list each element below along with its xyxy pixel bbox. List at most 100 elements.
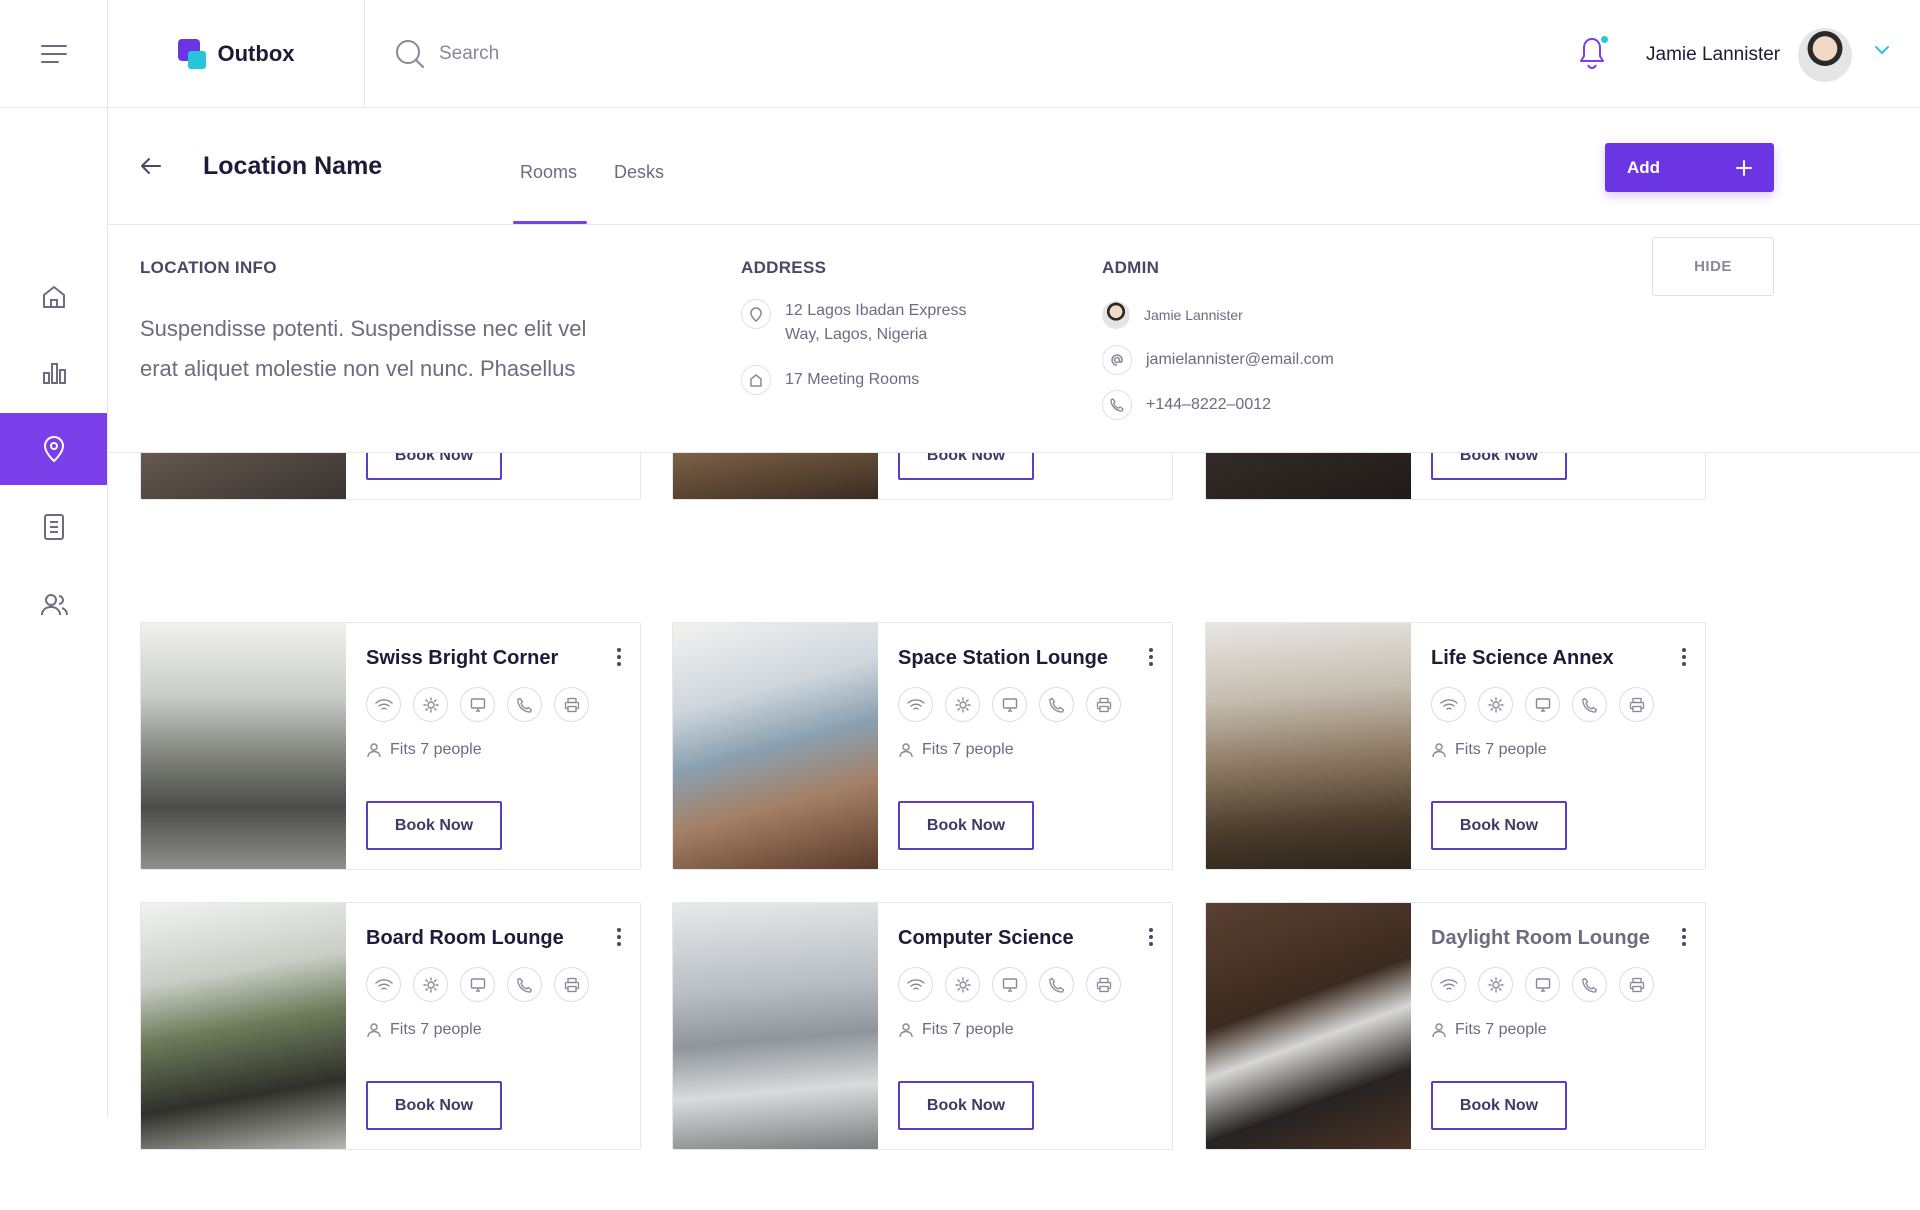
- add-button[interactable]: Add: [1605, 143, 1774, 192]
- sidebar-item-analytics[interactable]: [0, 337, 107, 409]
- more-options-icon[interactable]: [1681, 927, 1687, 947]
- location-info-heading: LOCATION INFO: [140, 258, 277, 277]
- more-options-icon[interactable]: [616, 927, 622, 947]
- top-bar: Outbox Search Jamie Lannister: [0, 0, 1920, 108]
- more-options-icon[interactable]: [1148, 647, 1154, 667]
- person-icon: [366, 1022, 382, 1038]
- phone-icon: [1039, 967, 1074, 1002]
- notifications-button[interactable]: [1578, 36, 1610, 72]
- phone-icon: [1572, 967, 1607, 1002]
- plus-icon: [1736, 159, 1752, 176]
- active-tab-indicator: [513, 221, 587, 224]
- room-card[interactable]: Computer Science Fits 7 people Book Now: [672, 902, 1173, 1150]
- address-heading: ADDRESS: [741, 258, 827, 277]
- avatar[interactable]: [1798, 28, 1852, 82]
- monitor-icon: [992, 687, 1027, 722]
- amenities: [898, 687, 1121, 722]
- capacity: Fits 7 people: [1431, 741, 1547, 759]
- search-icon: [396, 40, 424, 68]
- wifi-icon: [366, 687, 401, 722]
- bar-chart-icon: [42, 363, 66, 384]
- light-icon: [945, 687, 980, 722]
- room-photo: [673, 623, 878, 869]
- phone-icon: [1102, 390, 1132, 420]
- room-photo: [141, 623, 346, 869]
- admin-phone-row: +144–8222–0012: [1102, 390, 1271, 420]
- amenities: [1431, 687, 1654, 722]
- monitor-icon: [992, 967, 1027, 1002]
- amenities: [366, 967, 589, 1002]
- room-photo: [1206, 623, 1411, 869]
- printer-icon: [1086, 687, 1121, 722]
- monitor-icon: [1525, 687, 1560, 722]
- monitor-icon: [1525, 967, 1560, 1002]
- sidebar-item-locations[interactable]: [0, 413, 107, 485]
- users-icon: [40, 594, 68, 616]
- admin-email[interactable]: jamielannister@email.com: [1146, 348, 1334, 372]
- room-card[interactable]: Daylight Room Lounge Fits 7 people Book No…: [1205, 902, 1706, 1150]
- printer-icon: [554, 967, 589, 1002]
- admin-avatar: [1102, 301, 1130, 329]
- room-title: Computer Science: [898, 927, 1074, 949]
- rooms-count: 17 Meeting Rooms: [785, 371, 920, 388]
- book-now-button[interactable]: Book Now: [366, 1081, 502, 1130]
- sidebar-item-documents[interactable]: [0, 491, 107, 563]
- capacity-text: Fits 7 people: [922, 1021, 1014, 1038]
- sidebar: [0, 108, 108, 1118]
- room-title: Board Room Lounge: [366, 927, 564, 949]
- book-now-button[interactable]: Book Now: [1431, 1081, 1567, 1130]
- room-card-body: Space Station Lounge Fits 7 people Book No…: [878, 623, 1172, 869]
- room-card-body: Board Room Lounge Fits 7 people Book Now: [346, 903, 640, 1149]
- light-icon: [1478, 967, 1513, 1002]
- wifi-icon: [1431, 687, 1466, 722]
- add-button-label: Add: [1627, 157, 1661, 177]
- book-now-button[interactable]: Book Now: [1431, 801, 1567, 850]
- hamburger-icon: [40, 45, 67, 63]
- person-icon: [1431, 1022, 1447, 1038]
- more-options-icon[interactable]: [1681, 647, 1687, 667]
- at-icon: [1102, 345, 1132, 375]
- light-icon: [1478, 687, 1513, 722]
- printer-icon: [1086, 967, 1121, 1002]
- home-icon: [42, 286, 65, 308]
- room-card[interactable]: Space Station Lounge Fits 7 people Book No…: [672, 622, 1173, 870]
- back-arrow-icon[interactable]: [140, 157, 162, 175]
- brand-name: Outbox: [217, 41, 295, 66]
- admin-heading: ADMIN: [1102, 258, 1160, 277]
- user-name[interactable]: Jamie Lannister: [1646, 44, 1780, 66]
- sidebar-item-users[interactable]: [0, 569, 107, 641]
- admin-name: Jamie Lannister: [1144, 307, 1243, 323]
- sidebar-item-home[interactable]: [0, 261, 107, 333]
- book-now-button[interactable]: Book Now: [366, 801, 502, 850]
- tab-desks[interactable]: Desks: [614, 162, 664, 183]
- chevron-down-icon[interactable]: [1874, 44, 1890, 56]
- tab-rooms[interactable]: Rooms: [520, 162, 577, 183]
- location-description: Suspendisse potenti. Suspendisse nec eli…: [140, 316, 587, 381]
- page-title: Location Name: [203, 152, 383, 180]
- room-card[interactable]: Swiss Bright Corner Fits 7 people Book Now: [140, 622, 641, 870]
- admin-phone[interactable]: +144–8222–0012: [1146, 393, 1271, 417]
- more-options-icon[interactable]: [1148, 927, 1154, 947]
- capacity-text: Fits 7 people: [922, 741, 1014, 758]
- menu-button[interactable]: [0, 0, 108, 108]
- person-icon: [366, 742, 382, 758]
- room-card-body: Daylight Room Lounge Fits 7 people Book No…: [1411, 903, 1705, 1149]
- room-card[interactable]: Board Room Lounge Fits 7 people Book Now: [140, 902, 641, 1150]
- capacity: Fits 7 people: [898, 741, 1014, 759]
- capacity: Fits 7 people: [366, 741, 482, 759]
- phone-icon: [507, 967, 542, 1002]
- person-icon: [898, 742, 914, 758]
- brand[interactable]: Outbox: [108, 0, 365, 108]
- room-card-body: Life Science Annex Fits 7 people Book Now: [1411, 623, 1705, 869]
- book-now-button[interactable]: Book Now: [898, 1081, 1034, 1130]
- admin-name-row: Jamie Lannister: [1102, 301, 1243, 329]
- book-now-button[interactable]: Book Now: [898, 801, 1034, 850]
- more-options-icon[interactable]: [616, 647, 622, 667]
- search-input[interactable]: Search: [439, 43, 499, 65]
- room-photo: [673, 903, 878, 1149]
- search-bar[interactable]: Search: [395, 38, 499, 70]
- room-card[interactable]: Life Science Annex Fits 7 people Book Now: [1205, 622, 1706, 870]
- document-icon: [43, 514, 64, 540]
- room-title: Space Station Lounge: [898, 647, 1109, 669]
- hide-button[interactable]: HIDE: [1652, 237, 1774, 296]
